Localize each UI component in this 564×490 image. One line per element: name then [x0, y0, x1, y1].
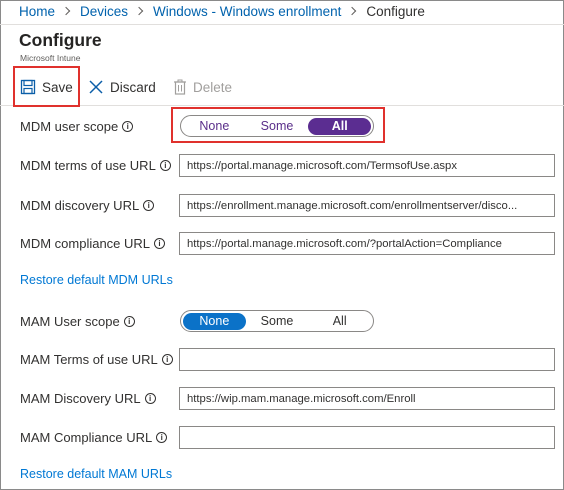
mam-discovery-url-label: MAM Discovery URL i — [20, 391, 156, 406]
discard-icon — [89, 80, 103, 94]
mam-terms-url-label: MAM Terms of use URL i — [20, 352, 173, 367]
mdm-compliance-url-input[interactable] — [179, 232, 555, 255]
mam-terms-url-input[interactable] — [179, 348, 555, 371]
mam-terms-url-text: MAM Terms of use URL — [20, 352, 158, 367]
breadcrumb-home[interactable]: Home — [19, 4, 55, 19]
mdm-compliance-url-text: MDM compliance URL — [20, 236, 151, 251]
info-icon[interactable]: i — [154, 238, 166, 249]
mdm-scope-highlight-box — [171, 107, 385, 143]
mam-scope-all-option[interactable]: All — [308, 313, 371, 330]
mdm-discovery-url-text: MDM discovery URL — [20, 198, 140, 213]
delete-label: Delete — [193, 79, 233, 95]
mam-user-scope-toggle: None Some All — [180, 310, 374, 332]
info-icon[interactable]: i — [156, 432, 168, 443]
mam-discovery-url-input[interactable] — [179, 387, 555, 410]
mdm-discovery-url-input[interactable] — [179, 194, 555, 217]
mam-compliance-url-input[interactable] — [179, 426, 555, 449]
mam-user-scope-label: MAM User scope i — [20, 314, 135, 329]
save-highlight-box — [13, 66, 80, 107]
info-icon[interactable]: i — [123, 316, 135, 327]
mdm-discovery-url-label: MDM discovery URL i — [20, 198, 155, 213]
breadcrumb-divider — [0, 24, 564, 25]
breadcrumb-windows-enrollment[interactable]: Windows - Windows enrollment — [153, 4, 341, 19]
discard-label: Discard — [110, 79, 156, 95]
info-icon[interactable]: i — [122, 121, 134, 132]
mam-compliance-url-text: MAM Compliance URL — [20, 430, 153, 445]
mdm-terms-url-text: MDM terms of use URL — [20, 158, 156, 173]
info-icon[interactable]: i — [161, 354, 173, 365]
breadcrumb-current: Configure — [366, 3, 425, 19]
restore-default-mam-urls-link[interactable]: Restore default MAM URLs — [20, 467, 172, 481]
mam-scope-none-option[interactable]: None — [183, 312, 246, 330]
restore-default-mdm-urls-link[interactable]: Restore default MDM URLs — [20, 273, 173, 287]
breadcrumb: Home Devices Windows - Windows enrollmen… — [19, 3, 425, 19]
chevron-right-icon — [348, 6, 357, 16]
toolbar-divider — [0, 105, 564, 106]
chevron-right-icon — [61, 6, 71, 16]
delete-button[interactable]: Delete — [173, 77, 232, 97]
breadcrumb-devices[interactable]: Devices — [80, 4, 128, 19]
mdm-terms-url-label: MDM terms of use URL i — [20, 158, 171, 173]
mdm-user-scope-text: MDM user scope — [20, 119, 119, 134]
mam-discovery-url-text: MAM Discovery URL — [20, 391, 141, 406]
mam-compliance-url-label: MAM Compliance URL i — [20, 430, 168, 445]
chevron-right-icon — [134, 6, 144, 16]
info-icon[interactable]: i — [144, 393, 156, 404]
discard-button[interactable]: Discard — [88, 77, 156, 97]
page-subtitle: Microsoft Intune — [20, 53, 81, 63]
delete-icon — [174, 79, 186, 95]
mam-scope-some-option[interactable]: Some — [246, 313, 309, 330]
info-icon[interactable]: i — [143, 200, 155, 211]
mdm-user-scope-label: MDM user scope i — [20, 119, 134, 134]
info-icon[interactable]: i — [159, 160, 171, 171]
mdm-compliance-url-label: MDM compliance URL i — [20, 236, 166, 251]
page-title: Configure — [19, 30, 102, 50]
mam-user-scope-text: MAM User scope — [20, 314, 120, 329]
mdm-terms-url-input[interactable] — [179, 154, 555, 177]
